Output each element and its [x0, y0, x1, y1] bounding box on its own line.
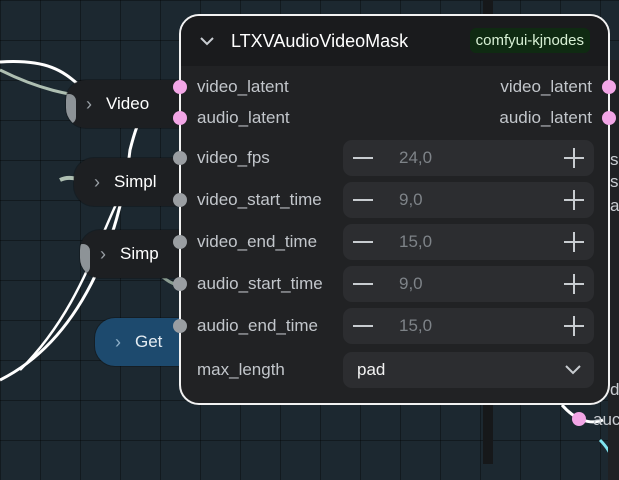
video-end-time-number-input[interactable]: 15,0: [343, 224, 594, 260]
chevron-right-icon: ›: [115, 331, 121, 352]
minus-icon[interactable]: [353, 325, 373, 327]
background-wire-segment: [483, 0, 493, 14]
widget-label: video_fps: [197, 148, 270, 167]
chevron-right-icon: ›: [94, 171, 100, 192]
widget-value: 15,0: [399, 232, 433, 251]
widget-value: 9,0: [399, 274, 423, 293]
widget-value: 15,0: [399, 316, 433, 335]
video-fps-number-input[interactable]: 24,0: [343, 140, 594, 176]
offscreen-node-input-label: auc: [593, 410, 619, 429]
offscreen-node-text: a: [610, 196, 619, 215]
input-socket-video-latent[interactable]: [173, 80, 187, 94]
node-source-badge: comfyui-kjnodes: [469, 28, 590, 53]
input-label-audio-latent: audio_latent: [197, 108, 290, 127]
background-node-label: Video: [106, 94, 150, 113]
input-socket-audio-latent[interactable]: [173, 111, 187, 125]
ltxv-audio-video-mask-node[interactable]: LTXVAudioVideoMask comfyui-kjnodes video…: [173, 14, 616, 405]
widget-row-audio-end-time: audio_end_time 15,0: [173, 308, 608, 344]
widget-row-video-fps: video_fps 24,0: [173, 140, 608, 176]
widget-input-socket[interactable]: [173, 193, 187, 207]
widget-row-max-length: max_length pad: [181, 352, 608, 388]
widget-input-socket[interactable]: [173, 235, 187, 249]
node-title: LTXVAudioVideoMask: [231, 30, 409, 51]
chevron-right-icon: ›: [100, 243, 106, 264]
audio-end-time-number-input[interactable]: 15,0: [343, 308, 594, 344]
minus-icon[interactable]: [353, 241, 373, 243]
widget-value: 9,0: [399, 190, 423, 209]
minus-icon[interactable]: [353, 157, 373, 159]
background-node-label: Get: [135, 332, 163, 351]
plus-icon[interactable]: [564, 274, 584, 294]
widget-label: audio_start_time: [197, 274, 323, 293]
io-row-audio-latent: audio_latent audio_latent: [173, 102, 616, 134]
offscreen-node-text: s: [610, 172, 619, 191]
widget-input-socket[interactable]: [173, 319, 187, 333]
widget-row-audio-start-time: audio_start_time 9,0: [173, 266, 608, 302]
widget-label: max_length: [197, 360, 285, 379]
background-node-label: Simpl: [114, 172, 157, 191]
audio-start-time-number-input[interactable]: 9,0: [343, 266, 594, 302]
widget-row-video-end-time: video_end_time 15,0: [173, 224, 608, 260]
plus-icon[interactable]: [564, 232, 584, 252]
output-socket-audio-latent[interactable]: [602, 111, 616, 125]
video-start-time-number-input[interactable]: 9,0: [343, 182, 594, 218]
offscreen-node-text: s: [610, 150, 619, 169]
select-value: pad: [357, 360, 386, 379]
offscreen-node-input-socket[interactable]: [572, 412, 586, 426]
minus-icon[interactable]: [353, 199, 373, 201]
output-label-video-latent: video_latent: [500, 77, 592, 96]
background-wire-segment: [483, 405, 493, 464]
widget-label: video_start_time: [197, 190, 322, 209]
node-drag-handle[interactable]: [80, 244, 90, 274]
background-node-label: Simp: [120, 244, 159, 263]
plus-icon[interactable]: [564, 148, 584, 168]
io-row-video-latent: video_latent video_latent: [173, 71, 616, 103]
offscreen-node-text: d: [610, 380, 619, 399]
widget-row-video-start-time: video_start_time 9,0: [173, 182, 608, 218]
widget-input-socket[interactable]: [173, 151, 187, 165]
input-label-video-latent: video_latent: [197, 77, 289, 96]
chevron-right-icon: ›: [86, 93, 92, 114]
plus-icon[interactable]: [564, 316, 584, 336]
minus-icon[interactable]: [353, 283, 373, 285]
node-header[interactable]: LTXVAudioVideoMask comfyui-kjnodes: [181, 16, 608, 66]
output-label-audio-latent: audio_latent: [499, 108, 592, 127]
widget-input-socket[interactable]: [173, 277, 187, 291]
node-drag-handle[interactable]: [66, 94, 76, 124]
chevron-down-icon[interactable]: [199, 33, 215, 49]
widget-value: 24,0: [399, 148, 433, 167]
max-length-select[interactable]: pad: [343, 352, 594, 388]
plus-icon[interactable]: [564, 190, 584, 210]
widget-label: video_end_time: [197, 232, 318, 251]
widget-label: audio_end_time: [197, 316, 318, 335]
output-socket-video-latent[interactable]: [602, 80, 616, 94]
chevron-down-icon[interactable]: [564, 362, 582, 380]
